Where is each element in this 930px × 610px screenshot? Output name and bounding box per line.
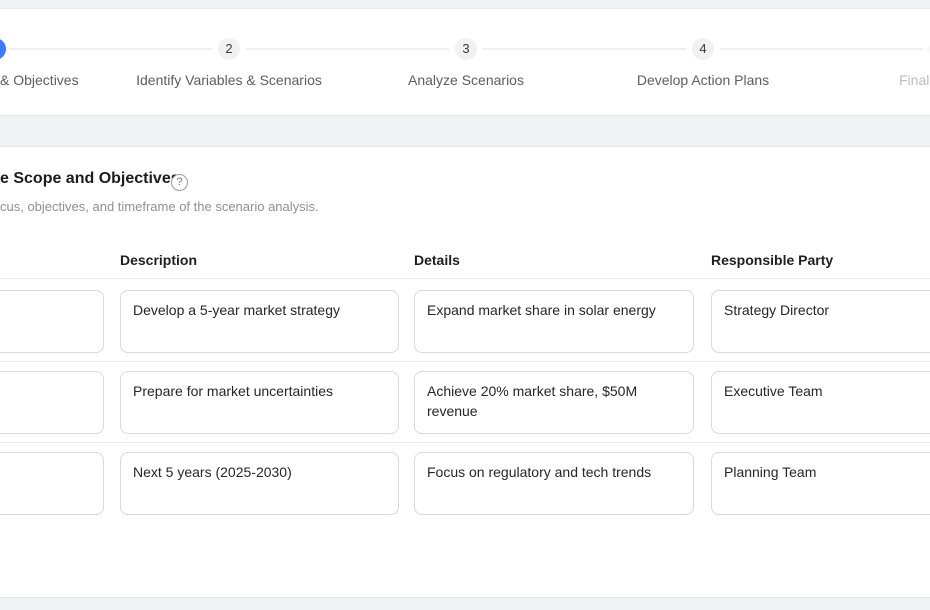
- row-2-details-input[interactable]: Achieve 20% market share, $50M revenue: [414, 371, 694, 434]
- stepper-content-gap: [0, 115, 930, 147]
- step-connector: [246, 48, 449, 50]
- step-4-label[interactable]: Develop Action Plans: [553, 72, 853, 88]
- top-page-gutter: [0, 0, 930, 9]
- row-divider: [0, 442, 930, 443]
- bottom-page-gutter: [0, 597, 930, 610]
- step-connector: [483, 48, 686, 50]
- row-divider: [0, 361, 930, 362]
- row-3-details-input[interactable]: Focus on regulatory and tech trends: [414, 452, 694, 515]
- row-3-leading-input[interactable]: [0, 452, 104, 515]
- step-connector: [9, 48, 212, 50]
- step-2-circle[interactable]: 2: [218, 38, 240, 60]
- header-divider: [0, 278, 930, 279]
- row-3-responsible-input[interactable]: Planning Team: [711, 452, 930, 515]
- column-header-details: Details: [414, 252, 460, 268]
- row-3-description-input[interactable]: Next 5 years (2025-2030): [120, 452, 399, 515]
- step-1-circle[interactable]: 1: [0, 38, 6, 60]
- step-connector: [720, 48, 923, 50]
- row-1-description-input[interactable]: Develop a 5-year market strategy: [120, 290, 399, 353]
- row-1-details-input[interactable]: Expand market share in solar energy: [414, 290, 694, 353]
- column-header-description: Description: [120, 252, 197, 268]
- help-icon[interactable]: ?: [171, 174, 188, 191]
- step-3-circle[interactable]: 3: [455, 38, 477, 60]
- row-2-leading-input[interactable]: [0, 371, 104, 434]
- row-1-responsible-input[interactable]: Strategy Director: [711, 290, 930, 353]
- page-title: e Scope and Objectives: [0, 170, 180, 188]
- step-1-label[interactable]: & Objectives: [0, 72, 79, 88]
- step-5-label[interactable]: Final: [899, 72, 929, 88]
- column-header-responsible-party: Responsible Party: [711, 252, 833, 268]
- step-4-circle[interactable]: 4: [692, 38, 714, 60]
- row-2-description-input[interactable]: Prepare for market uncertainties: [120, 371, 399, 434]
- row-1-leading-input[interactable]: [0, 290, 104, 353]
- row-2-responsible-input[interactable]: Executive Team: [711, 371, 930, 434]
- page-subtitle: cus, objectives, and timeframe of the sc…: [0, 199, 319, 214]
